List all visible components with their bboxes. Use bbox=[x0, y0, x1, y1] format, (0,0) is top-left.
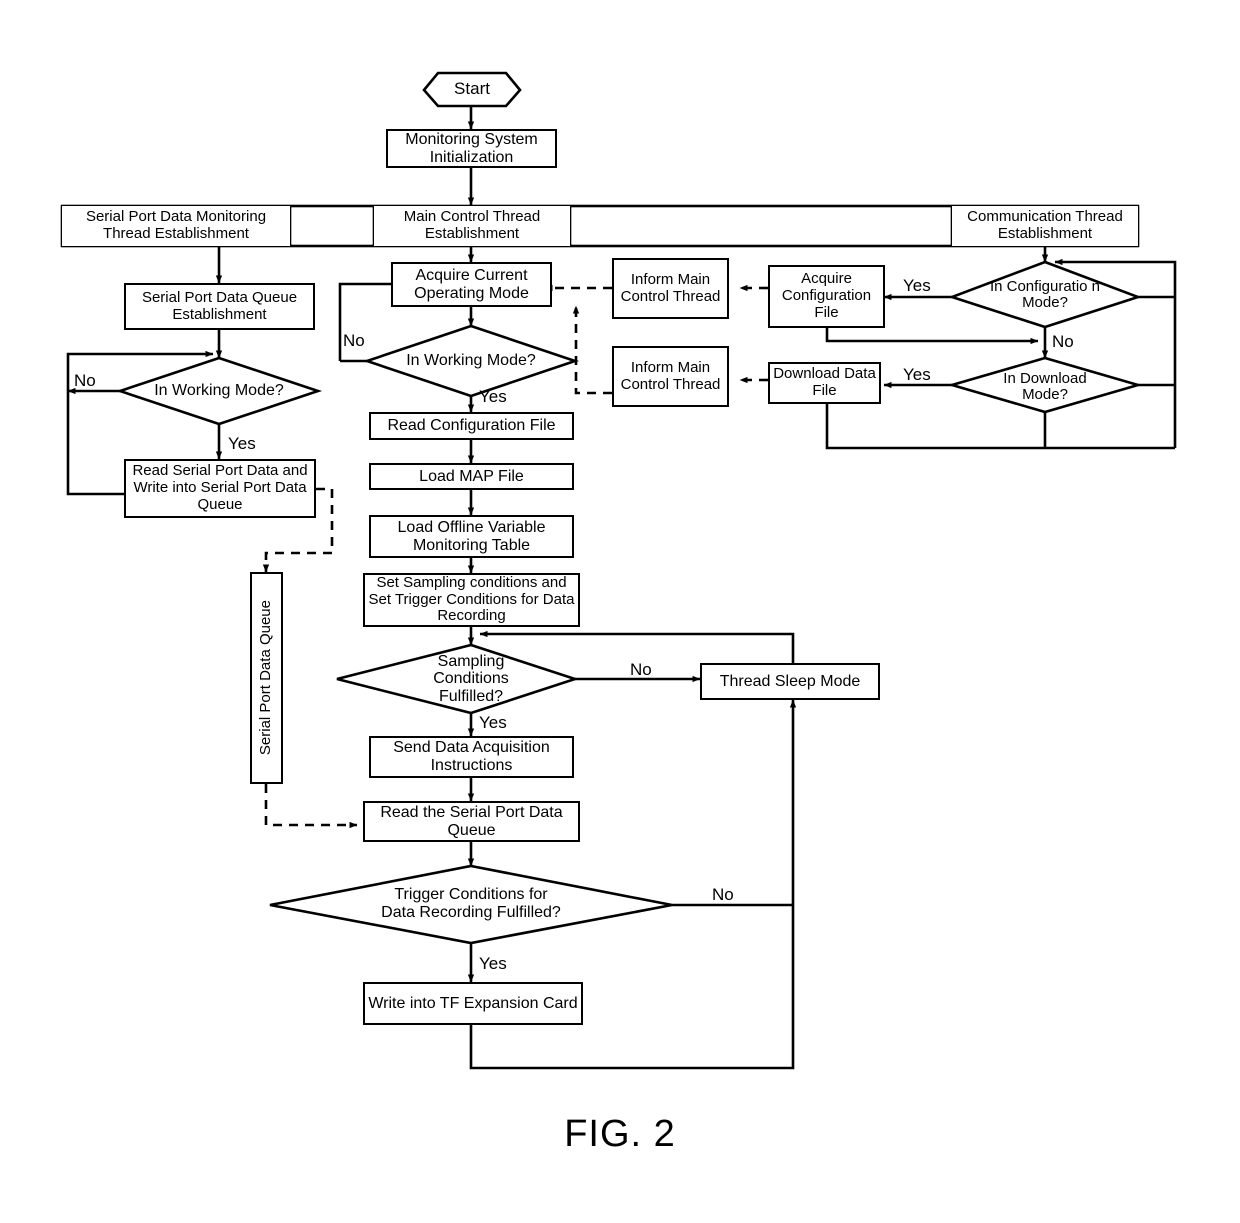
node-label: Inform Main Control Thread bbox=[620, 270, 721, 305]
node-label: Load Offline Variable Monitoring Table bbox=[397, 518, 546, 554]
connector-lines bbox=[60, 71, 1177, 1070]
node-read-the-serial-port-data-queue[interactable]: Read the Serial Port Data Queue bbox=[363, 801, 580, 842]
edge-label-left-yes: Yes bbox=[228, 434, 256, 453]
node-inform-main-control-thread-1[interactable]: Inform Main Control Thread bbox=[612, 258, 729, 319]
node-serial-port-data-queue-establishment[interactable]: Serial Port Data Queue Establishment bbox=[124, 283, 315, 330]
node-label: Write into TF Expansion Card bbox=[368, 994, 578, 1012]
edge-label-trigger-yes: Yes bbox=[479, 954, 507, 973]
node-label: Set Sampling conditions and Set Trigger … bbox=[368, 573, 575, 625]
node-label: Monitoring System Initialization bbox=[405, 130, 538, 166]
edge-label-sampling-yes: Yes bbox=[479, 713, 507, 732]
edge-label-download-yes: Yes bbox=[903, 365, 931, 384]
node-send-data-acquisition-instructions[interactable]: Send Data Acquisition Instructions bbox=[369, 736, 574, 778]
band-label: Main Control Thread Establishment bbox=[403, 208, 541, 242]
node-load-offline-variable-monitoring-table[interactable]: Load Offline Variable Monitoring Table bbox=[369, 515, 574, 558]
node-load-map-file[interactable]: Load MAP File bbox=[369, 463, 574, 490]
edge-label-left-no: No bbox=[74, 371, 96, 390]
edge-label-config-yes: Yes bbox=[903, 276, 931, 295]
node-label: Serial Port Data Queue Establishment bbox=[141, 288, 298, 323]
node-download-data-file[interactable]: Download Data File bbox=[768, 362, 881, 404]
figure-caption: FIG. 2 bbox=[0, 1113, 1240, 1156]
flowchart-figure: Start Monitoring System Initialization S… bbox=[0, 0, 1240, 1223]
node-serial-port-data-queue[interactable]: Serial Port Data Queue bbox=[250, 572, 283, 784]
node-label: Read the Serial Port Data Queue bbox=[380, 803, 563, 839]
node-label: Read Serial Port Data and Write into Ser… bbox=[132, 462, 308, 513]
node-read-serial-port-data-write-into-queue[interactable]: Read Serial Port Data and Write into Ser… bbox=[124, 459, 316, 518]
band-serial-port-data-monitoring-thread-establishment[interactable]: Serial Port Data Monitoring Thread Estab… bbox=[62, 206, 290, 246]
node-thread-sleep-mode[interactable]: Thread Sleep Mode bbox=[700, 663, 880, 700]
edge-label-config-no: No bbox=[1052, 332, 1074, 351]
edge-label-sampling-no: No bbox=[630, 660, 652, 679]
node-label: Inform Main Control Thread bbox=[620, 358, 721, 393]
band-label: Serial Port Data Monitoring Thread Estab… bbox=[85, 208, 267, 242]
band-communication-thread-establishment[interactable]: Communication Thread Establishment bbox=[952, 206, 1138, 246]
node-acquire-current-operating-mode[interactable]: Acquire Current Operating Mode bbox=[391, 262, 552, 307]
node-label: Acquire Configuration File bbox=[781, 270, 872, 321]
node-label-vertical: Serial Port Data Queue bbox=[257, 600, 275, 756]
edge-label-main-yes: Yes bbox=[479, 387, 507, 406]
node-label: Acquire Current Operating Mode bbox=[414, 266, 529, 302]
node-write-into-tf-expansion-card[interactable]: Write into TF Expansion Card bbox=[363, 982, 583, 1025]
figure-caption-text: FIG. 2 bbox=[564, 1113, 676, 1155]
band-label: Communication Thread Establishment bbox=[967, 208, 1123, 242]
node-label: Read Configuration File bbox=[387, 417, 556, 435]
node-set-sampling-and-trigger-conditions[interactable]: Set Sampling conditions and Set Trigger … bbox=[363, 573, 580, 627]
edge-label-main-no: No bbox=[343, 331, 365, 350]
edge-label-trigger-no: No bbox=[712, 885, 734, 904]
node-label: Send Data Acquisition Instructions bbox=[393, 739, 550, 774]
node-label: Download Data File bbox=[773, 365, 876, 399]
node-label: Load MAP File bbox=[419, 467, 524, 485]
node-monitoring-system-initialization[interactable]: Monitoring System Initialization bbox=[386, 129, 557, 168]
node-read-configuration-file[interactable]: Read Configuration File bbox=[369, 412, 574, 440]
band-main-control-thread-establishment[interactable]: Main Control Thread Establishment bbox=[374, 206, 570, 246]
node-inform-main-control-thread-2[interactable]: Inform Main Control Thread bbox=[612, 346, 729, 407]
node-label: Thread Sleep Mode bbox=[719, 672, 861, 690]
node-acquire-configuration-file[interactable]: Acquire Configuration File bbox=[768, 265, 885, 328]
